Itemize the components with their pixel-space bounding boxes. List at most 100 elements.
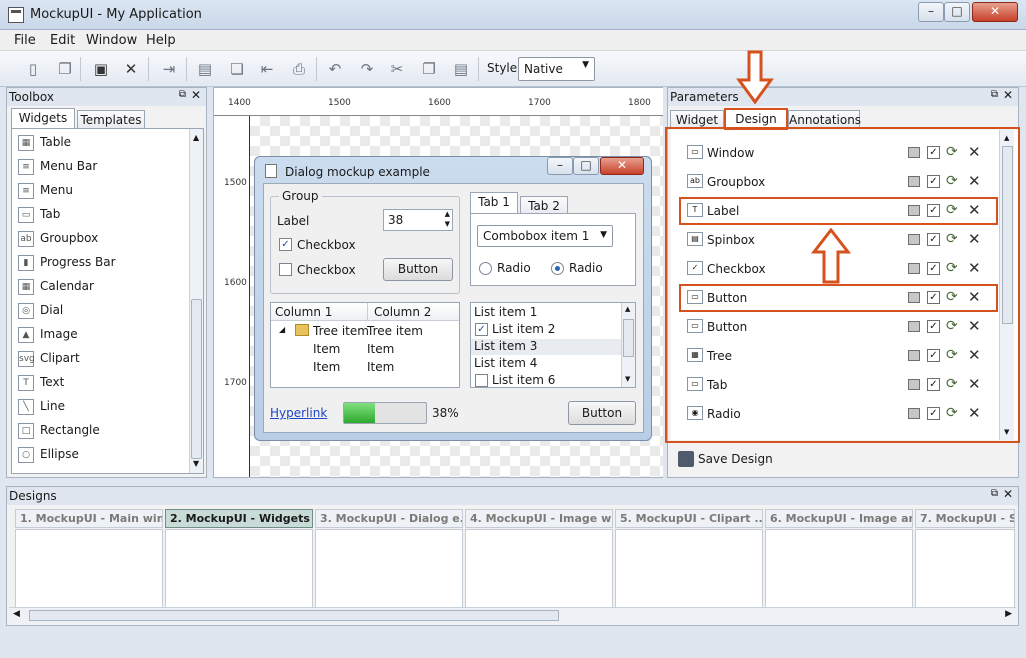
float-icon[interactable]: ⧉ — [991, 488, 998, 499]
toolbox-item[interactable]: svg Clipart — [12, 347, 190, 371]
menu-window[interactable]: Window — [86, 33, 137, 48]
group-button[interactable]: Button — [383, 258, 453, 281]
dialog-minimize-button[interactable]: – — [547, 157, 573, 175]
toolbox-scrollbar[interactable]: ▲ ▼ — [189, 129, 203, 473]
close-icon[interactable]: ✕ — [1003, 88, 1013, 102]
toolbox-item[interactable]: ▮ Progress Bar — [12, 251, 190, 275]
new-icon[interactable]: ▯ — [22, 58, 44, 80]
toolbox-item[interactable]: ▦ Calendar — [12, 275, 190, 299]
duplicate-icon[interactable]: ❏ — [226, 58, 248, 80]
spinbox[interactable]: 38 ▲ ▼ — [383, 209, 453, 231]
toolbox-item[interactable]: ▲ Image — [12, 323, 190, 347]
save-icon[interactable]: ▣ — [90, 58, 112, 80]
float-icon[interactable]: ⧉ — [179, 89, 186, 100]
expand-icon[interactable]: ◢ — [279, 325, 285, 334]
delete-icon[interactable]: ✕ — [120, 58, 142, 80]
tree-item[interactable]: Item — [313, 342, 340, 356]
design-tab[interactable]: 3. MockupUI - Dialog e... — [315, 509, 463, 528]
menu-file[interactable]: File — [14, 33, 36, 48]
mockup-tab-1[interactable]: Tab 1 — [470, 192, 518, 214]
print-icon[interactable]: ⎙ — [288, 58, 310, 80]
toolbox-item[interactable]: ▭ Tab — [12, 203, 190, 227]
spin-down-icon[interactable]: ▼ — [445, 220, 450, 228]
checkbox-unchecked[interactable] — [279, 263, 292, 276]
scroll-down-icon[interactable]: ▼ — [193, 459, 199, 468]
radio-off[interactable] — [479, 262, 492, 275]
close-icon[interactable]: ✕ — [1003, 487, 1013, 501]
design-tab[interactable]: 7. MockupUI - Shap — [915, 509, 1015, 528]
hyperlink[interactable]: Hyperlink — [270, 406, 327, 420]
design-thumbnail[interactable] — [915, 529, 1015, 616]
dialog-button[interactable]: Button — [568, 401, 636, 425]
toolbox-item[interactable]: ab Groupbox — [12, 227, 190, 251]
toolbox-item[interactable]: T Text — [12, 371, 190, 395]
list-item[interactable]: List item 6 — [492, 373, 555, 387]
designs-scrollbar[interactable]: ◀ ▶ — [9, 607, 1016, 623]
toolbox-item[interactable]: □ Rectangle — [12, 419, 190, 443]
toolbox-item[interactable]: ≡ Menu Bar — [12, 155, 190, 179]
list-checkbox-checked[interactable]: ✓ — [475, 323, 488, 336]
toolbox-item[interactable]: ○ Ellipse — [12, 443, 190, 467]
list-item[interactable]: List item 3 — [474, 339, 537, 353]
close-icon[interactable]: ✕ — [191, 88, 201, 102]
list-box[interactable]: List item 1 ✓ List item 2 List item 3 Li… — [470, 302, 636, 388]
tree-item[interactable]: Tree item — [313, 324, 369, 338]
scroll-thumb[interactable] — [29, 610, 559, 621]
scroll-right-icon[interactable]: ▶ — [1005, 609, 1012, 619]
style-select[interactable]: Native ▼ — [518, 57, 595, 81]
tab-templates[interactable]: Templates — [77, 110, 145, 128]
close-button[interactable]: ✕ — [972, 2, 1018, 22]
design-tab[interactable]: 4. MockupUI - Image wi... — [465, 509, 613, 528]
scroll-up-icon[interactable]: ▲ — [193, 133, 199, 142]
tab-widgets[interactable]: Widgets — [11, 108, 75, 130]
dialog-maximize-button[interactable]: □ — [573, 157, 599, 175]
design-tab[interactable]: 5. MockupUI - Clipart ... — [615, 509, 763, 528]
cut-icon[interactable]: ✂ — [386, 58, 408, 80]
copy2-icon[interactable]: ❐ — [418, 58, 440, 80]
export-icon[interactable]: ⇥ — [158, 58, 180, 80]
list-item[interactable]: List item 4 — [474, 356, 537, 370]
mockup-tab-2[interactable]: Tab 2 — [520, 196, 568, 214]
tree-view[interactable]: Column 1 Column 2 ◢ Tree item Tree item … — [270, 302, 460, 388]
design-thumbnail[interactable] — [615, 529, 763, 616]
scroll-thumb[interactable] — [191, 299, 202, 459]
minimize-button[interactable]: – — [918, 2, 944, 22]
design-thumbnail[interactable] — [15, 529, 163, 616]
spin-up-icon[interactable]: ▲ — [445, 210, 450, 218]
menu-edit[interactable]: Edit — [50, 33, 75, 48]
design-thumbnail[interactable] — [315, 529, 463, 616]
maximize-button[interactable]: □ — [944, 2, 970, 22]
checkbox-checked[interactable]: ✓ — [279, 238, 292, 251]
redo-icon[interactable]: ↷ — [356, 58, 378, 80]
design-thumbnail[interactable] — [165, 529, 313, 616]
toolbox-item[interactable]: ╲ Line — [12, 395, 190, 419]
import-icon[interactable]: ⇤ — [256, 58, 278, 80]
paste2-icon[interactable]: ▤ — [450, 58, 472, 80]
save-design-button[interactable]: Save Design — [698, 452, 773, 466]
radio-on[interactable] — [551, 262, 564, 275]
tab-widget[interactable]: Widget — [670, 110, 724, 128]
list-item[interactable]: List item 2 — [492, 322, 555, 336]
paste-icon[interactable]: ▤ — [194, 58, 216, 80]
combobox[interactable]: Combobox item 1 ▼ — [477, 225, 613, 247]
design-thumbnail[interactable] — [765, 529, 913, 616]
tab-annotations[interactable]: Annotations — [788, 110, 861, 128]
toolbox-item[interactable]: ▦ Table — [12, 131, 190, 155]
toolbox-item[interactable]: ◎ Dial — [12, 299, 190, 323]
list-scrollbar[interactable]: ▲ ▼ — [621, 303, 635, 387]
toolbox-item[interactable]: ≡ Menu — [12, 179, 190, 203]
dialog-close-button[interactable]: ✕ — [600, 157, 644, 175]
list-checkbox[interactable] — [475, 374, 488, 387]
list-item[interactable]: List item 1 — [474, 305, 537, 319]
tree-item[interactable]: Item — [313, 360, 340, 374]
menu-help[interactable]: Help — [146, 33, 176, 48]
dialog-mockup[interactable]: Dialog mockup example – □ ✕ Group Label … — [254, 156, 652, 441]
float-icon[interactable]: ⧉ — [991, 89, 998, 100]
design-tab[interactable]: 1. MockupUI - Main win... — [15, 509, 163, 528]
design-tab[interactable]: 6. MockupUI - Image an... — [765, 509, 913, 528]
scroll-left-icon[interactable]: ◀ — [13, 609, 20, 619]
design-thumbnail[interactable] — [465, 529, 613, 616]
copy-icon[interactable]: ❐ — [54, 58, 76, 80]
design-tab[interactable]: 2. MockupUI - Widgets ... — [165, 509, 313, 528]
undo-icon[interactable]: ↶ — [324, 58, 346, 80]
